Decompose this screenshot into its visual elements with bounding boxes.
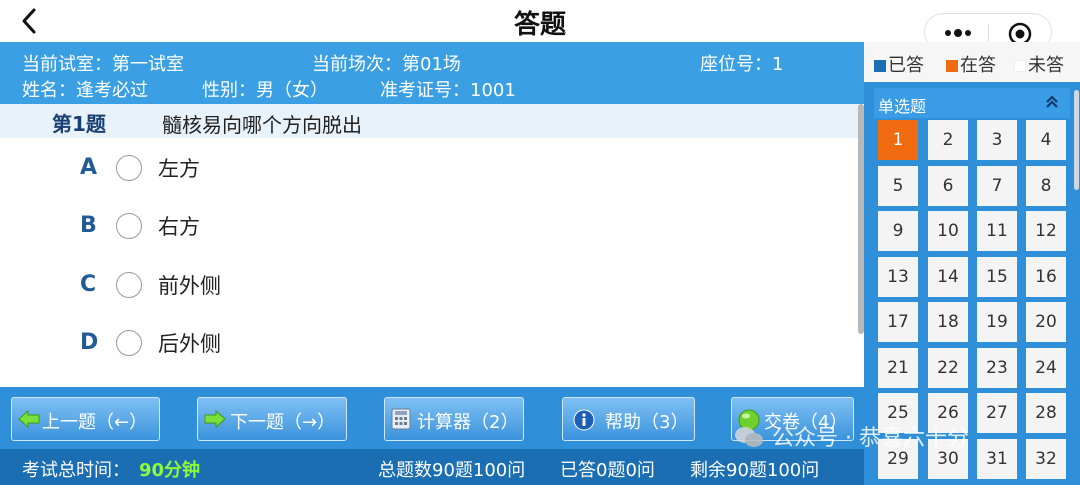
candidate-name: 姓名：逢考必过 <box>22 80 148 101</box>
question-cell[interactable]: 22 <box>928 348 968 388</box>
answer-sheet-panel: 已答 在答 未答 单选题 1 2 3 4 5 6 7 8 9 10 11 12 13 14 15 16 17 18… <box>864 42 1080 485</box>
prev-question-label: 上一题（←） <box>42 412 148 433</box>
top-nav-bar: 答题 <box>0 0 1080 51</box>
wechat-logo-icon <box>735 427 763 447</box>
question-area: 第1题 髓核易向哪个方向脱出 A 左方 B 右方 C 前外侧 D 后外侧 <box>0 104 864 387</box>
calculator-button[interactable]: 计算器（2） <box>384 397 524 441</box>
remaining-count: 剩余90题100问 <box>690 460 820 481</box>
legend-unanswered-label: 未答 <box>1028 55 1064 76</box>
option-b[interactable]: B 右方 <box>80 209 480 249</box>
question-number: 第1题 <box>52 112 106 136</box>
question-cell[interactable]: 24 <box>1026 348 1066 388</box>
question-cell[interactable]: 27 <box>977 393 1017 433</box>
option-letter: A <box>80 155 98 180</box>
question-cell[interactable]: 16 <box>1026 257 1066 297</box>
capsule-divider <box>988 24 989 42</box>
question-cell[interactable]: 6 <box>928 166 968 206</box>
question-cell[interactable]: 14 <box>928 257 968 297</box>
radio-button[interactable] <box>116 272 142 298</box>
legend-answering-label: 在答 <box>960 55 996 76</box>
question-cell[interactable]: 12 <box>1026 211 1066 251</box>
question-text: 髓核易向哪个方向脱出 <box>162 113 362 137</box>
option-text: 后外侧 <box>158 332 221 356</box>
exam-time-label: 考试总时间： <box>22 460 130 481</box>
option-c[interactable]: C 前外侧 <box>80 268 480 308</box>
legend-answering: 在答 <box>946 51 996 77</box>
exam-room: 当前试室：第一试室 <box>22 54 184 75</box>
option-letter: C <box>80 272 97 297</box>
option-text: 前外侧 <box>158 274 221 298</box>
admission-ticket-number: 准考证号：1001 <box>380 80 516 101</box>
question-cell[interactable]: 8 <box>1026 166 1066 206</box>
radio-button[interactable] <box>116 330 142 356</box>
radio-button[interactable] <box>116 213 142 239</box>
section-title: 单选题 <box>878 97 927 116</box>
answered-swatch <box>874 60 886 72</box>
option-a[interactable]: A 左方 <box>80 151 480 191</box>
panel-scrollbar[interactable] <box>1074 90 1079 190</box>
info-icon <box>573 409 595 431</box>
page-title: 答题 <box>513 10 566 40</box>
help-button[interactable]: 帮助（3） <box>562 397 695 441</box>
legend-answered-label: 已答 <box>888 55 924 76</box>
watermark-text: 公众号 · 恭喜六十分 <box>772 426 969 451</box>
option-letter: D <box>80 330 99 355</box>
question-cell[interactable]: 23 <box>977 348 1017 388</box>
candidate-info-header: 当前试室：第一试室 当前场次：第01场 座位号：1 姓名：逢考必过 性别：男（女… <box>0 42 864 104</box>
status-bar: 考试总时间： 90分钟 总题数90题100问 已答0题0问 剩余90题100问 <box>0 449 864 485</box>
question-cell[interactable]: 4 <box>1026 120 1066 160</box>
question-cell[interactable]: 15 <box>977 257 1017 297</box>
question-cell[interactable]: 20 <box>1026 302 1066 342</box>
exam-time-value: 90分钟 <box>139 460 201 481</box>
question-cell[interactable]: 5 <box>878 166 918 206</box>
question-cell[interactable]: 19 <box>977 302 1017 342</box>
question-cell[interactable]: 9 <box>878 211 918 251</box>
question-cell[interactable]: 7 <box>977 166 1017 206</box>
question-cell[interactable]: 1 <box>878 120 918 160</box>
single-choice-section-header[interactable]: 单选题 <box>874 88 1070 118</box>
question-cell[interactable]: 3 <box>977 120 1017 160</box>
question-cell[interactable]: 2 <box>928 120 968 160</box>
status-legend: 已答 在答 未答 <box>864 42 1080 82</box>
answering-swatch <box>946 60 958 72</box>
exam-session: 当前场次：第01场 <box>312 54 461 75</box>
question-cell[interactable]: 11 <box>977 211 1017 251</box>
question-cell[interactable]: 28 <box>1026 393 1066 433</box>
answered-count: 已答0题0问 <box>560 460 655 481</box>
arrow-left-icon <box>18 410 40 428</box>
prev-question-button[interactable]: 上一题（←） <box>11 397 160 441</box>
legend-unanswered: 未答 <box>1014 51 1064 77</box>
question-cell[interactable]: 21 <box>878 348 918 388</box>
seat-number: 座位号：1 <box>700 54 784 75</box>
question-cell[interactable]: 18 <box>928 302 968 342</box>
question-cell[interactable]: 31 <box>977 439 1017 479</box>
arrow-right-icon <box>204 410 226 428</box>
next-question-label: 下一题（→） <box>230 412 336 433</box>
question-header: 第1题 髓核易向哪个方向脱出 <box>0 104 858 138</box>
more-dots-icon[interactable] <box>943 25 973 41</box>
question-cell[interactable]: 10 <box>928 211 968 251</box>
legend-answered: 已答 <box>874 51 924 77</box>
question-cell[interactable]: 17 <box>878 302 918 342</box>
option-d[interactable]: D 后外侧 <box>80 326 480 366</box>
option-text: 左方 <box>158 157 200 181</box>
option-letter: B <box>80 213 97 238</box>
question-cell[interactable]: 13 <box>878 257 918 297</box>
calculator-label: 计算器（2） <box>417 412 519 433</box>
next-question-button[interactable]: 下一题（→） <box>197 397 347 441</box>
unanswered-swatch <box>1014 60 1026 72</box>
radio-button[interactable] <box>116 155 142 181</box>
help-label: 帮助（3） <box>605 412 689 433</box>
calculator-icon <box>391 408 411 430</box>
total-questions: 总题数90题100问 <box>378 460 526 481</box>
double-chevron-up-icon[interactable] <box>1044 94 1060 110</box>
option-text: 右方 <box>158 215 200 239</box>
candidate-gender: 性别：男（女） <box>202 80 328 101</box>
question-cell[interactable]: 32 <box>1026 439 1066 479</box>
